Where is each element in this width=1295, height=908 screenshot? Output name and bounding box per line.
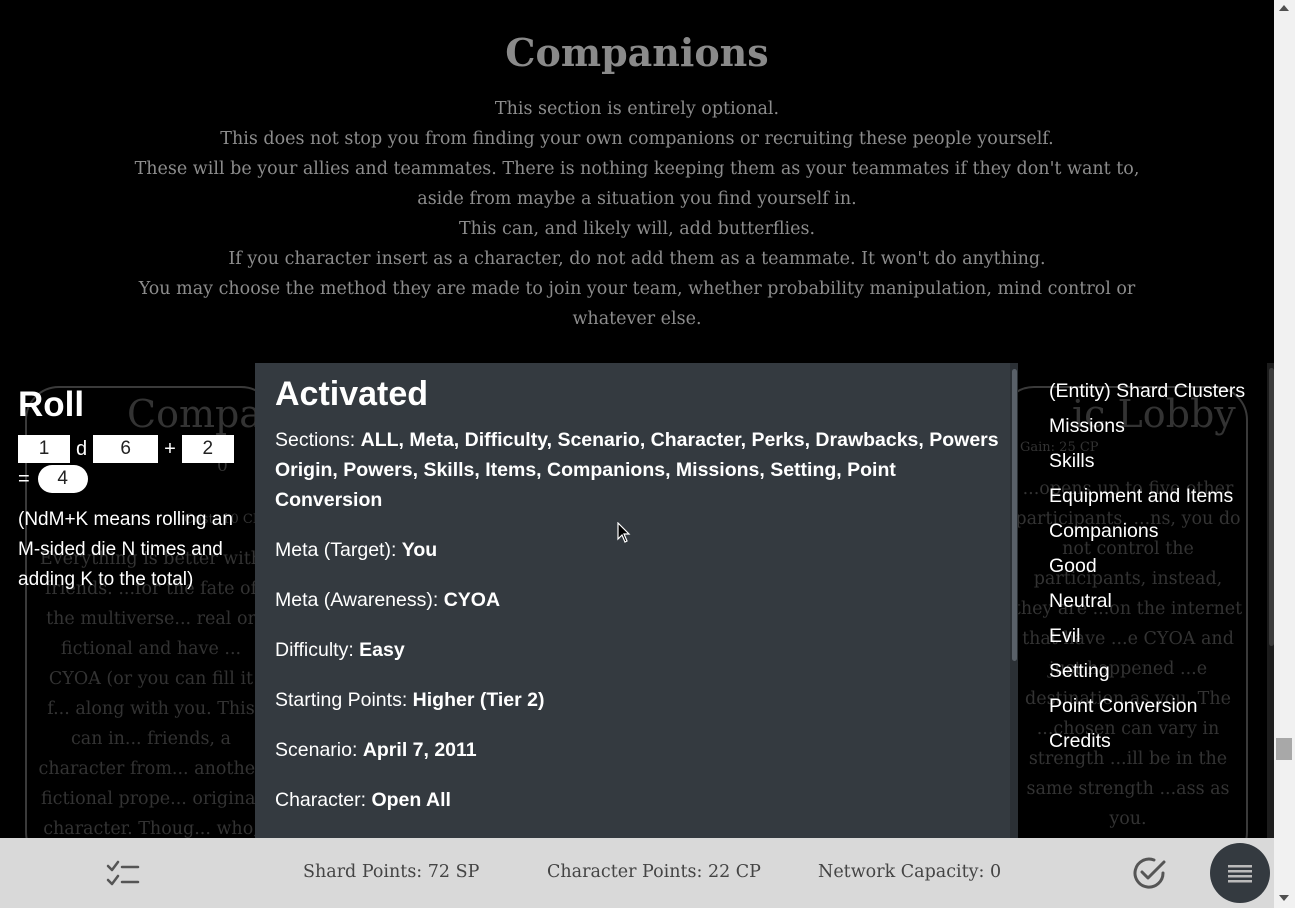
nav-item-missions[interactable]: Missions [1049, 411, 1249, 446]
nav-item-point-conversion[interactable]: Point Conversion [1049, 691, 1249, 726]
scroll-up-arrow-icon[interactable] [1279, 5, 1289, 11]
nav-item-good[interactable]: Good [1049, 551, 1249, 586]
nav-item-skills[interactable]: Skills [1049, 446, 1249, 481]
modal-line-meta-awareness: Meta (Awareness): CYOA [275, 585, 1000, 615]
activated-modal: Activated Sections: ALL, Meta, Difficult… [255, 363, 1018, 841]
modal-line-difficulty: Difficulty: Easy [275, 635, 1000, 665]
nav-item-neutral[interactable]: Neutral [1049, 586, 1249, 621]
line-value: CYOA [443, 589, 501, 611]
section-nav: Drawbacks (Entity) Shard Clusters Missio… [1018, 363, 1268, 841]
line-value: Open All [371, 789, 451, 811]
nav-item-equipment[interactable]: Equipment and Items [1049, 481, 1249, 516]
modal-line-character: Character: Open All [275, 785, 1000, 815]
intro-line: This can, and likely will, add butterfli… [458, 219, 816, 239]
dice-count-input[interactable]: 1 [18, 435, 70, 463]
line-label: Difficulty: [275, 639, 360, 661]
intro-line: This section is entirely optional. [494, 99, 780, 119]
dice-equals-label: = [18, 467, 30, 490]
line-label: Meta (Target): [275, 539, 402, 561]
dice-plus-label: + [164, 437, 176, 460]
line-value: Easy [359, 639, 405, 661]
line-value: Higher (Tier 2) [412, 689, 545, 711]
roll-panel: Roll 1 d 6 + 2 = 4 (NdM+K means rolling … [18, 383, 243, 595]
intro-line: This does not stop you from finding your… [220, 129, 1054, 149]
nav-item-shard-clusters[interactable]: (Entity) Shard Clusters [1049, 376, 1249, 411]
line-label: Character: [275, 789, 372, 811]
check-circle-icon[interactable] [1130, 854, 1168, 892]
modal-line-starting-points: Starting Points: Higher (Tier 2) [275, 685, 1000, 715]
intro-line: If you character insert as a character, … [228, 249, 1046, 269]
list-icon [1228, 865, 1252, 883]
dice-d-label: d [76, 437, 88, 460]
modal-line-sections: Sections: ALL, Meta, Difficulty, Scenari… [275, 425, 1000, 515]
intro-line: These will be your allies and teammates.… [134, 159, 1140, 209]
window-scrollbar-thumb[interactable] [1276, 738, 1292, 760]
checklist-icon[interactable] [104, 858, 144, 890]
line-label: Sections: [275, 429, 361, 451]
character-points-stat: Character Points: 22 CP [547, 862, 761, 882]
dice-result-button[interactable]: 4 [37, 465, 88, 493]
modal-line-scenario: Scenario: April 7, 2011 [275, 735, 1000, 765]
network-capacity-stat: Network Capacity: 0 [818, 862, 1002, 882]
scroll-down-arrow-icon[interactable] [1279, 895, 1289, 901]
dice-formula: 1 d 6 + 2 [18, 435, 243, 463]
roll-help-text: (NdM+K means rolling an M-sided die N ti… [18, 509, 233, 590]
nav-list: Drawbacks (Entity) Shard Clusters Missio… [1049, 363, 1249, 761]
nav-item-setting[interactable]: Setting [1049, 656, 1249, 691]
shard-points-stat: Shard Points: 72 SP [303, 862, 480, 882]
line-value: April 7, 2011 [362, 739, 477, 761]
intro-line: You may choose the method they are made … [138, 279, 1136, 329]
line-value: ALL, Meta, Difficulty, Scenario, Charact… [275, 429, 999, 511]
line-label: Starting Points: [275, 689, 413, 711]
section-intro: This section is entirely optional. This … [130, 94, 1144, 334]
nav-item-evil[interactable]: Evil [1049, 621, 1249, 656]
modal-scrollbar-thumb[interactable] [1012, 369, 1017, 661]
roll-title: Roll [18, 385, 85, 424]
line-label: Meta (Awareness): [275, 589, 444, 611]
window-scrollbar[interactable] [1274, 0, 1295, 908]
nav-item-companions[interactable]: Companions [1049, 516, 1249, 551]
modal-line-meta-target: Meta (Target): You [275, 535, 1000, 565]
modal-body: Sections: ALL, Meta, Difficulty, Scenari… [275, 425, 1000, 835]
mouse-cursor-icon [617, 521, 631, 544]
points-bar: Shard Points: 72 SP Character Points: 22… [0, 838, 1274, 908]
modal-title: Activated [275, 375, 429, 413]
section-title: Companions [505, 30, 769, 75]
nav-item-credits[interactable]: Credits [1049, 726, 1249, 761]
line-value: You [401, 539, 438, 561]
nav-item-drawbacks[interactable]: Drawbacks [1049, 363, 1249, 376]
dice-sides-input[interactable]: 6 [93, 435, 159, 463]
line-label: Scenario: [275, 739, 363, 761]
dice-result-row: = 4 [18, 465, 243, 493]
dice-modifier-input[interactable]: 2 [181, 435, 234, 463]
menu-fab-button[interactable] [1210, 843, 1270, 903]
